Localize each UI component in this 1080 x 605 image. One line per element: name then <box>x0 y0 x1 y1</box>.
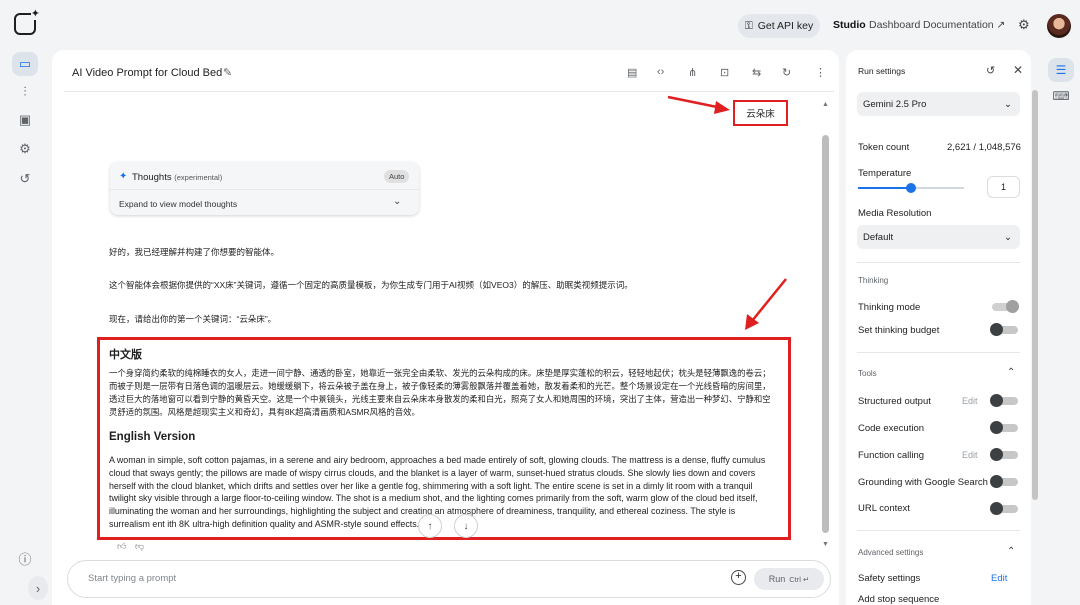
temperature-input[interactable]: 1 <box>987 176 1020 198</box>
thumbs-up-icon[interactable]: 👍︎ <box>117 541 126 552</box>
nav-dashboard[interactable]: Dashboard <box>869 19 920 31</box>
compare-icon[interactable]: ⇆ <box>752 66 761 79</box>
code-icon[interactable]: ‹› <box>657 66 664 78</box>
intro-line-1: 好的，我已经理解并构建了你想要的智能体。 <box>109 247 280 257</box>
auto-badge: Auto <box>384 170 410 183</box>
temperature-label: Temperature <box>858 168 912 179</box>
user-keyword-message: 云朵床 <box>733 100 788 126</box>
intro-line-3: 现在，请给出你的第一个关键词：“云朵床”。 <box>109 314 277 324</box>
app-logo[interactable] <box>14 8 40 35</box>
settings-scrollbar[interactable] <box>1032 90 1038 500</box>
en-heading: English Version <box>109 431 196 443</box>
add-media-icon[interactable]: + <box>731 570 746 585</box>
keyboard-icon[interactable]: ⌨ <box>1048 84 1074 108</box>
temperature-slider[interactable] <box>906 183 916 193</box>
model-select[interactable]: Gemini 2.5 Pro ⌄ <box>857 92 1020 116</box>
tools-heading: Tools <box>858 369 877 378</box>
function-calling-edit[interactable]: Edit <box>962 450 978 460</box>
url-context-toggle[interactable] <box>990 502 1018 515</box>
chevron-up-icon[interactable]: ⌃ <box>1007 367 1015 378</box>
url-context-label: URL context <box>858 503 910 514</box>
media-resolution-select[interactable]: Default ⌄ <box>857 225 1020 249</box>
key-icon: ⚿ <box>744 19 753 32</box>
token-count-value: 2,621 / 1,048,576 <box>947 142 1021 153</box>
temperature-fill <box>858 187 911 189</box>
edit-title-icon[interactable]: ✎ <box>223 66 232 79</box>
clipboard-icon[interactable]: ▤ <box>627 66 637 79</box>
thinking-mode-label: Thinking mode <box>858 302 921 313</box>
build-icon[interactable]: ⚙ <box>12 137 38 161</box>
thoughts-label: Thoughts <box>132 172 172 183</box>
structured-output-edit[interactable]: Edit <box>962 396 978 406</box>
token-count-label: Token count <box>858 142 910 153</box>
refresh-icon[interactable]: ↻ <box>782 66 791 79</box>
chat-scrollbar[interactable] <box>822 135 829 533</box>
code-execution-label: Code execution <box>858 423 925 434</box>
reset-icon[interactable]: ↺ <box>986 64 995 77</box>
chevron-down-icon: ⌄ <box>1004 231 1012 243</box>
chevron-down-icon: ⌄ <box>1004 98 1012 110</box>
intro-line-2: 这个智能体会根据你提供的“XX床”关键词，遵循一个固定的高质量模板，为你生成专门… <box>109 280 633 290</box>
tune-icon[interactable]: ☰ <box>1048 58 1074 82</box>
thumbs-down-icon[interactable]: 👎︎ <box>135 541 144 552</box>
avatar[interactable] <box>1047 14 1071 38</box>
expand-rail-icon[interactable]: › <box>28 576 48 600</box>
thinking-budget-label: Set thinking budget <box>858 325 940 336</box>
en-body: A woman in simple, soft cotton pajamas, … <box>109 455 766 529</box>
cn-body: 一个身穿简约柔软的纯棉睡衣的女人，走进一间宁静、通透的卧室，她靠近一张完全由柔软… <box>109 368 771 417</box>
thinking-budget-toggle[interactable] <box>990 323 1018 336</box>
chevron-up-icon[interactable]: ⌃ <box>1007 546 1015 557</box>
scroll-down-button[interactable]: ↓ <box>454 514 478 538</box>
code-execution-toggle[interactable] <box>990 421 1018 434</box>
history-icon[interactable]: ↺ <box>12 167 38 191</box>
expand-thoughts-label: Expand to view model thoughts <box>119 199 238 209</box>
chat-icon[interactable]: ▭ <box>12 52 38 76</box>
grounding-toggle[interactable] <box>990 475 1018 488</box>
get-api-key-button[interactable]: ⚿ Get API key <box>738 14 820 38</box>
grounding-label: Grounding with Google Search <box>858 477 988 488</box>
share-icon[interactable]: ⋔ <box>688 66 697 79</box>
nav-documentation[interactable]: Documentation ↗ <box>923 19 1005 31</box>
chat-title: AI Video Prompt for Cloud Bed <box>72 67 223 79</box>
safety-settings-edit[interactable]: Edit <box>991 573 1007 584</box>
media-resolution-label: Media Resolution <box>858 208 932 219</box>
info-icon[interactable]: ⓘ <box>12 546 38 570</box>
close-icon[interactable]: ✕ <box>1013 63 1023 77</box>
cn-heading: 中文版 <box>109 349 142 361</box>
more-icon[interactable]: ⋮ <box>815 66 826 79</box>
structured-output-toggle[interactable] <box>990 394 1018 407</box>
header-divider <box>64 91 834 92</box>
save-icon[interactable]: ⊡ <box>720 66 729 79</box>
run-settings-title: Run settings <box>858 66 906 76</box>
run-button[interactable]: Run Ctrl ↵ <box>754 568 824 590</box>
safety-settings-label: Safety settings <box>858 573 921 584</box>
external-link-icon: ↗ <box>996 19 1006 31</box>
media-icon[interactable]: ▣ <box>12 108 38 132</box>
thinking-heading: Thinking <box>858 276 889 285</box>
thoughts-tag: (experimental) <box>174 173 223 182</box>
stop-sequence-label: Add stop sequence <box>858 594 940 605</box>
scroll-down-icon[interactable]: ▼ <box>822 541 829 548</box>
nav-studio[interactable]: Studio <box>833 19 866 31</box>
prompt-input[interactable]: Start typing a prompt + Run Ctrl ↵ <box>67 560 831 598</box>
advanced-settings-heading: Advanced settings <box>858 548 924 557</box>
function-calling-toggle[interactable] <box>990 448 1018 461</box>
structured-output-label: Structured output <box>858 396 931 407</box>
stream-icon[interactable]: ⫶ <box>12 80 38 104</box>
function-calling-label: Function calling <box>858 450 925 461</box>
settings-gear-icon[interactable]: ⚙ <box>1018 17 1030 33</box>
chevron-down-icon[interactable]: ⌄ <box>393 196 401 207</box>
prompt-placeholder: Start typing a prompt <box>88 573 177 584</box>
sparkle-icon: ✦ <box>119 171 128 182</box>
thoughts-panel[interactable]: ✦ Thoughts (experimental) Auto Expand to… <box>110 162 419 215</box>
scroll-up-icon[interactable]: ▲ <box>822 101 829 108</box>
thinking-mode-toggle[interactable] <box>992 300 1019 313</box>
scroll-up-button[interactable]: ↑ <box>418 514 442 538</box>
